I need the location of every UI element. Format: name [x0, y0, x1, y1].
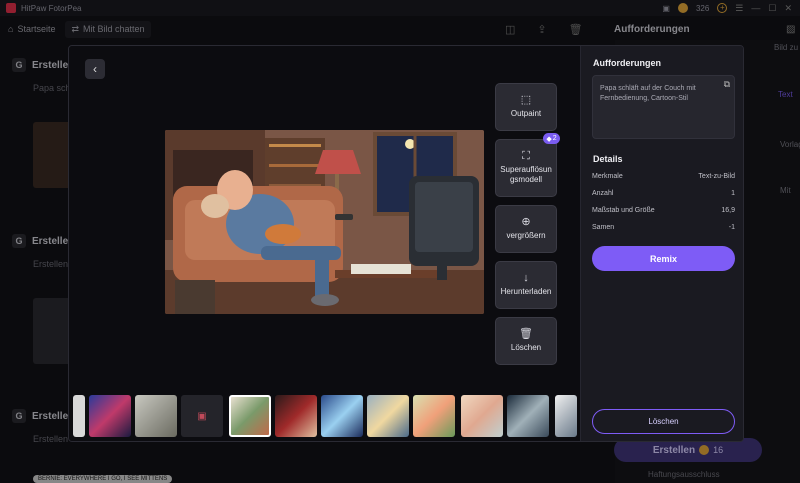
prompts-heading: Aufforderungen	[593, 58, 661, 68]
thumbnail[interactable]	[321, 395, 363, 437]
detail-key: Samen	[592, 224, 615, 231]
credit-icon: ◆	[546, 135, 552, 143]
remix-button[interactable]: Remix	[592, 246, 735, 271]
detail-key: Anzahl	[592, 190, 614, 197]
thumbnail-placeholder[interactable]: ▣	[181, 395, 223, 437]
super-resolution-icon: ⛶	[522, 150, 530, 162]
thumbnail[interactable]	[367, 395, 409, 437]
image-stage: ‹ ⬚ Outpaint ⛶ Superauflösun gsmodell ◆ …	[69, 46, 580, 441]
image-detail-modal: ‹ ⬚ Outpaint ⛶ Superauflösun gsmodell ◆ …	[68, 45, 744, 442]
copy-icon[interactable]: ⧉	[724, 79, 730, 89]
chevron-left-icon: ‹	[93, 62, 97, 76]
download-icon: ↓	[523, 272, 529, 284]
thumbnail[interactable]	[413, 395, 455, 437]
super-resolution-label: Superauflösun gsmodell	[500, 165, 552, 184]
detail-value: 1	[731, 190, 735, 197]
upscale-label: vergrößern	[506, 231, 546, 240]
details-heading: Details	[593, 154, 623, 164]
credit-cost-badge: ◆ 2	[543, 133, 560, 144]
generated-image	[165, 130, 484, 314]
thumbnail-selected[interactable]	[229, 395, 271, 437]
detail-row: Samen -1	[592, 224, 735, 231]
app-window: HitPaw FotorPea ▣ 326 + ☰ — ☐ ✕ ⌂ Starts…	[0, 0, 800, 483]
trash-icon: 🗑	[519, 328, 533, 340]
super-resolution-button[interactable]: ⛶ Superauflösun gsmodell	[495, 139, 557, 197]
delete-image-button[interactable]: 🗑 Löschen	[495, 317, 557, 365]
credit-cost: 2	[552, 135, 557, 142]
thumbnail[interactable]	[555, 395, 577, 437]
outpaint-icon: ⬚	[520, 94, 532, 106]
thumbnail[interactable]	[275, 395, 317, 437]
download-label: Herunterladen	[500, 287, 552, 296]
detail-row: Merkmale Text-zu-Bild	[592, 173, 735, 180]
upscale-button[interactable]: ⊕ vergrößern	[495, 205, 557, 253]
detail-value: 16,9	[721, 207, 735, 214]
download-button[interactable]: ↓ Herunterladen	[495, 261, 557, 309]
details-panel: Aufforderungen Papa schläft auf der Couc…	[580, 46, 743, 441]
detail-value: Text-zu-Bild	[698, 173, 735, 180]
detail-value: -1	[728, 224, 735, 231]
thumbnail[interactable]	[73, 395, 85, 437]
thumbnail-strip: ▣	[69, 395, 580, 439]
delete-button[interactable]: Löschen	[592, 409, 735, 434]
detail-row: Anzahl 1	[592, 190, 735, 197]
zoom-in-icon: ⊕	[521, 216, 531, 228]
thumbnail[interactable]	[89, 395, 131, 437]
detail-row: Maßstab und Größe 16,9	[592, 207, 735, 214]
back-button[interactable]: ‹	[85, 59, 105, 79]
thumbnail[interactable]	[507, 395, 549, 437]
prompt-box: Papa schläft auf der Couch mit Fernbedie…	[592, 75, 735, 139]
prompt-text: Papa schläft auf der Couch mit Fernbedie…	[600, 85, 696, 102]
delete-image-label: Löschen	[510, 343, 542, 352]
broken-image-icon: ▣	[197, 410, 207, 422]
outpaint-button[interactable]: ⬚ Outpaint	[495, 83, 557, 131]
detail-key: Merkmale	[592, 173, 623, 180]
thumbnail[interactable]	[135, 395, 177, 437]
detail-key: Maßstab und Größe	[592, 207, 655, 214]
thumbnail[interactable]	[461, 395, 503, 437]
outpaint-label: Outpaint	[510, 109, 542, 118]
